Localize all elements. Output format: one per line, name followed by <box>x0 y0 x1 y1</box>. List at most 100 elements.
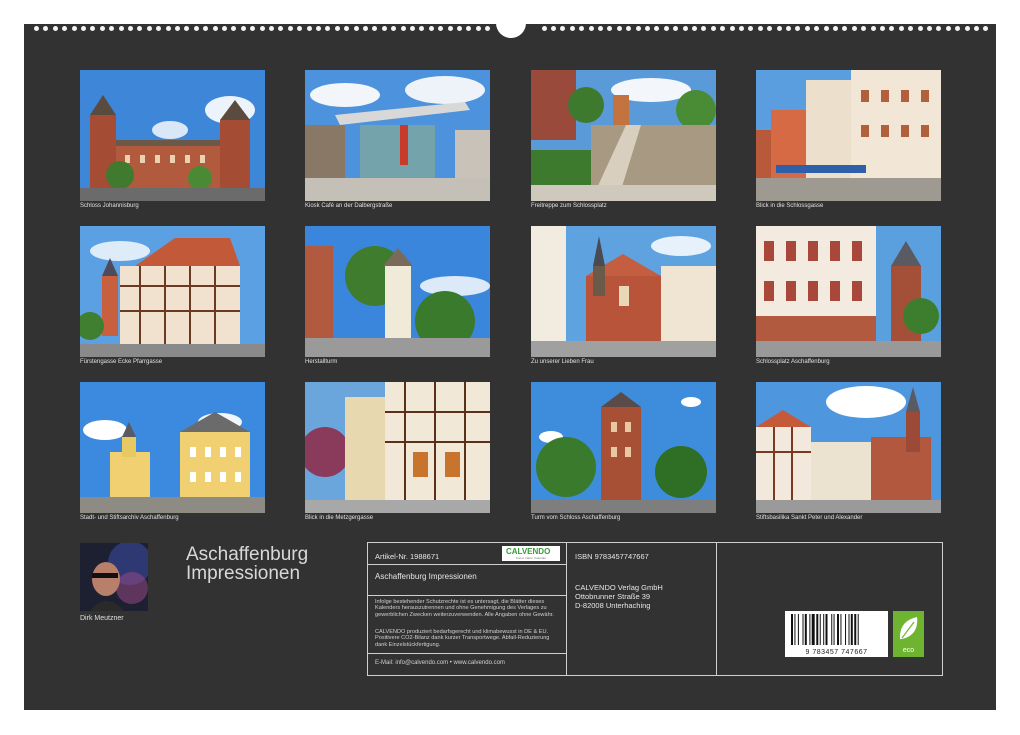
barcode-bar <box>794 614 795 645</box>
photo-schlossgasse <box>756 70 941 201</box>
contact-line: E-Mail: info@calvendo.com • www.calvendo… <box>375 660 505 666</box>
binding-hole <box>974 26 979 31</box>
barcode-bar <box>803 614 804 645</box>
binding-hole <box>307 26 312 31</box>
binding-hole <box>589 26 594 31</box>
binding-hole <box>90 26 95 31</box>
binding-hole <box>701 26 706 31</box>
barcode-bar <box>854 614 856 645</box>
binding-hole <box>899 26 904 31</box>
binding-hole <box>871 26 876 31</box>
binding-hole <box>654 26 659 31</box>
barcode-bar <box>840 614 841 645</box>
barcode-bar <box>851 614 853 645</box>
binding-hole <box>711 26 716 31</box>
product-title: Aschaffenburg Impressionen <box>375 572 477 581</box>
binding-hole <box>560 26 565 31</box>
binding-hole <box>297 26 302 31</box>
binding-hole <box>983 26 988 31</box>
binding-hole <box>429 26 434 31</box>
binding-hole <box>438 26 443 31</box>
photo-fuerstengasse <box>80 226 265 357</box>
binding-hole <box>194 26 199 31</box>
binding-hole <box>410 26 415 31</box>
barcode-bar <box>831 614 832 645</box>
binding-hole <box>918 26 923 31</box>
photo-schloss-johannisburg <box>80 70 265 201</box>
binding-hole <box>81 26 86 31</box>
binding-hole <box>401 26 406 31</box>
caption: Turm vom Schloss Aschaffenburg <box>531 515 731 521</box>
photo-freitreppe <box>531 70 716 201</box>
isbn: ISBN 9783457747667 <box>575 552 649 561</box>
binding-hole <box>842 26 847 31</box>
binding-hole <box>466 26 471 31</box>
caption: Schloss Johannisburg <box>80 203 280 209</box>
binding-hole <box>166 26 171 31</box>
binding-hole <box>889 26 894 31</box>
binding-hole <box>175 26 180 31</box>
eco-badge: eco <box>893 611 924 657</box>
binding-hole <box>777 26 782 31</box>
binding-hole <box>814 26 819 31</box>
barcode-bar <box>809 614 810 645</box>
binding-hole <box>673 26 678 31</box>
photo-schlossplatz <box>756 226 941 357</box>
publisher-street: Ottobrunner Straße 39 <box>575 592 650 601</box>
binding-hole <box>241 26 246 31</box>
publisher-name: CALVENDO Verlag GmbH <box>575 583 663 592</box>
caption: Fürstengasse Ecke Pfarrgasse <box>80 359 280 365</box>
binding-hole <box>852 26 857 31</box>
logo-text: CALVENDO <box>506 547 550 556</box>
binding-hole <box>128 26 133 31</box>
caption: Blick in die Metzgergasse <box>305 515 505 521</box>
binding-hole <box>570 26 575 31</box>
binding-hole <box>419 26 424 31</box>
author-name: Dirk Meutzner <box>80 615 124 622</box>
barcode-bar <box>791 614 793 645</box>
binding-hole <box>936 26 941 31</box>
binding-hole <box>908 26 913 31</box>
binding-hole <box>965 26 970 31</box>
binding-hole <box>607 26 612 31</box>
caption: Zu unserer Lieben Frau <box>531 359 731 365</box>
binding-hole <box>730 26 735 31</box>
binding-hole <box>833 26 838 31</box>
caption: Herstallturm <box>305 359 505 365</box>
binding-hole <box>664 26 669 31</box>
caption: Kiosk Café an der Dalbergstraße <box>305 203 505 209</box>
binding-hole <box>485 26 490 31</box>
calendar-title: Aschaffenburg Impressionen <box>186 545 308 583</box>
logo-subtext: Kunst. Natur. Kalender <box>516 556 546 560</box>
barcode-bar <box>858 614 859 645</box>
binding-hole <box>748 26 753 31</box>
barcode-bar <box>812 614 815 645</box>
binding-hole <box>335 26 340 31</box>
binding-hole <box>805 26 810 31</box>
binding-hole <box>598 26 603 31</box>
binding-hole <box>382 26 387 31</box>
binding-hole <box>156 26 161 31</box>
binding-hole <box>720 26 725 31</box>
binding-hole <box>786 26 791 31</box>
barcode-bar <box>823 614 824 645</box>
barcode-bar <box>798 614 799 645</box>
binding-hole <box>109 26 114 31</box>
binding-hole <box>260 26 265 31</box>
binding-hole <box>269 26 274 31</box>
binding-hole <box>551 26 556 31</box>
title-line-1: Aschaffenburg <box>186 545 308 564</box>
barcode-bar <box>837 614 839 645</box>
photo-kiosk-cafe <box>305 70 490 201</box>
binding-hole <box>767 26 772 31</box>
barcode: 9 783457 747667 <box>785 611 888 657</box>
binding-hole <box>946 26 951 31</box>
barcode-bar <box>849 614 850 645</box>
binding-hole <box>203 26 208 31</box>
binding-hole <box>222 26 227 31</box>
binding-hole <box>231 26 236 31</box>
title-line-2: Impressionen <box>186 564 308 583</box>
binding-hole <box>34 26 39 31</box>
photo-metzgergasse <box>305 382 490 513</box>
publisher-city: D-82008 Unterhaching <box>575 601 650 610</box>
